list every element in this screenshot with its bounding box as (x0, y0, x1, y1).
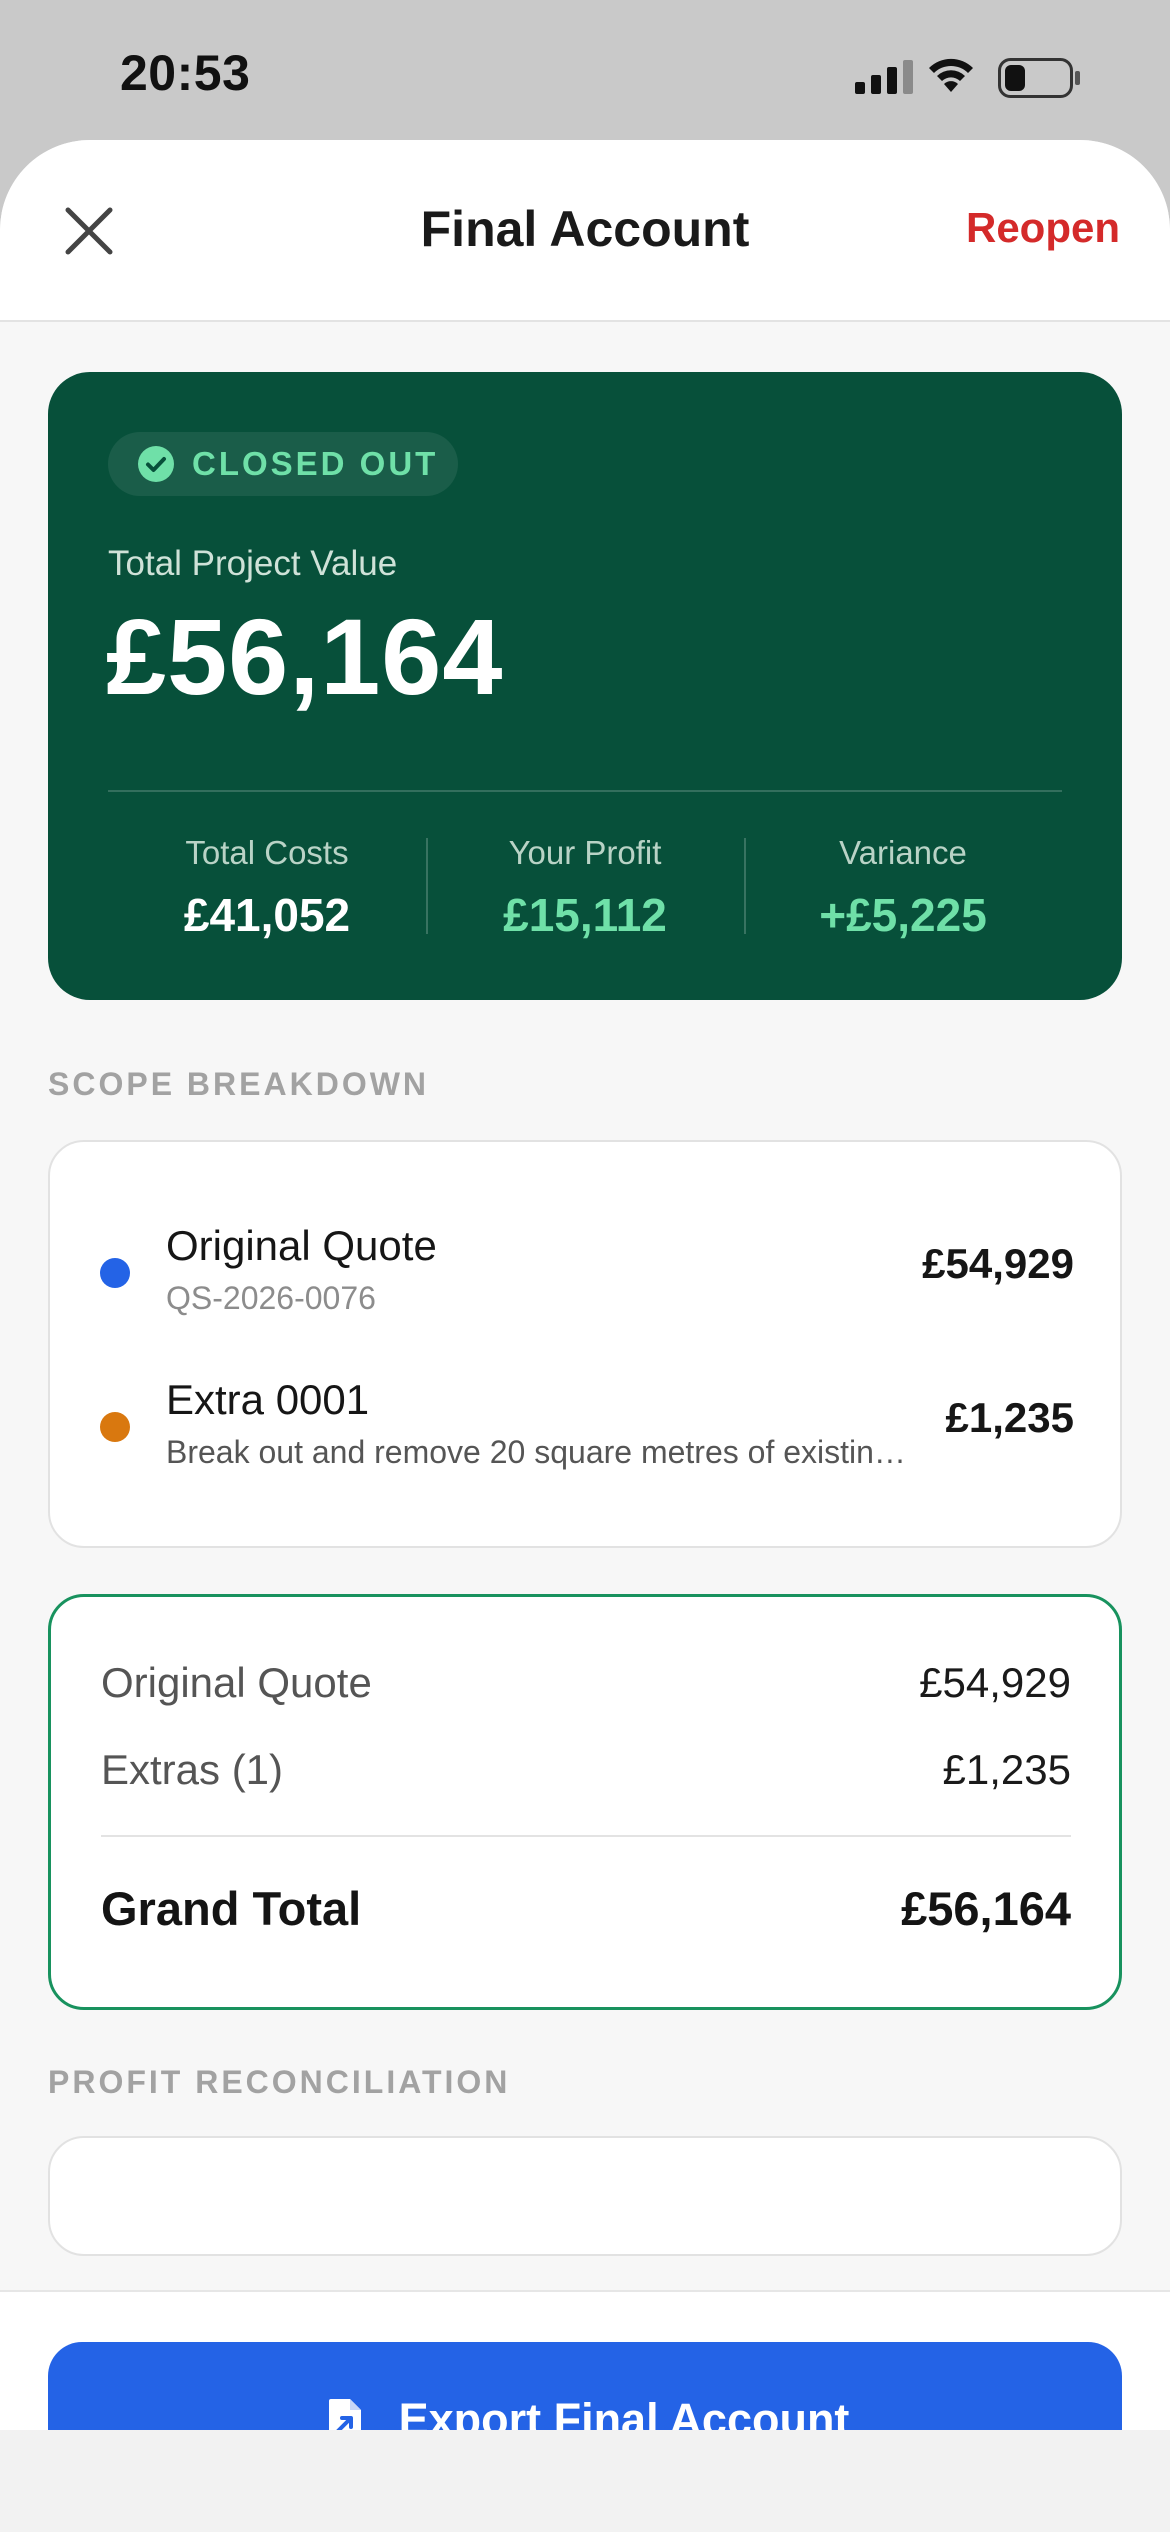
battery-low-icon (998, 58, 1080, 98)
profit-reconciliation-heading: PROFIT RECONCILIATION (48, 2064, 511, 2100)
totals-label: Original Quote (101, 1659, 372, 1706)
orange-dot-icon (100, 1412, 130, 1442)
status-bar: 20:53 (0, 0, 1170, 140)
scope-item-subtitle: Break out and remove 20 square metres of… (166, 1434, 906, 1470)
blue-dot-icon (100, 1258, 130, 1288)
scope-item-amount: £1,235 (945, 1394, 1074, 1441)
stat-value: £41,052 (183, 889, 351, 941)
final-account-sheet: Final Account Reopen CLOSED OUT Total Pr… (0, 140, 1170, 2430)
stat-your-profit: Your Profit £15,112 (426, 834, 744, 944)
scope-breakdown-heading: SCOPE BREAKDOWN (48, 1066, 430, 1102)
export-document-icon (328, 2399, 361, 2430)
sheet-header: Final Account Reopen (0, 140, 1170, 322)
scope-item-subtitle: QS-2026-0076 (166, 1280, 376, 1316)
reopen-button[interactable]: Reopen (966, 204, 1120, 252)
bottom-action-bar: Export Final Account (0, 2290, 1170, 2430)
wifi-icon (929, 58, 973, 92)
grand-total-value: £56,164 (901, 1882, 1071, 1935)
scope-breakdown-card: Original Quote QS-2026-0076 £54,929 Extr… (48, 1140, 1122, 1548)
scope-item-title: Extra 0001 (166, 1376, 370, 1423)
status-badge-label: CLOSED OUT (192, 445, 439, 482)
status-time: 20:53 (120, 45, 251, 101)
stat-label: Variance (839, 834, 967, 871)
scope-item-amount: £54,929 (922, 1240, 1074, 1287)
cellular-signal-icon (855, 60, 913, 94)
totals-value: £1,235 (942, 1746, 1071, 1793)
status-badge: CLOSED OUT (108, 432, 458, 496)
summary-card: CLOSED OUT Total Project Value £56,164 T… (48, 372, 1122, 1000)
export-button-label: Export Final Account (398, 2394, 850, 2430)
scope-item-original-quote[interactable]: Original Quote QS-2026-0076 £54,929 (50, 1214, 1124, 1334)
profit-reconciliation-card (48, 2136, 1122, 2256)
grand-total-label: Grand Total (101, 1882, 362, 1935)
stat-total-costs: Total Costs £41,052 (108, 834, 426, 944)
total-project-value-label: Total Project Value (108, 544, 398, 583)
stat-label: Your Profit (508, 834, 662, 871)
totals-value: £54,929 (919, 1659, 1071, 1706)
total-project-value: £56,164 (106, 596, 504, 717)
totals-card: Original Quote £54,929 Extras (1) £1,235… (48, 1594, 1122, 2010)
totals-label: Extras (1) (101, 1746, 284, 1793)
stat-value: +£5,225 (819, 889, 987, 941)
scope-item-title: Original Quote (166, 1222, 437, 1269)
summary-stats: Total Costs £41,052 Your Profit £15,112 … (108, 834, 1062, 944)
check-circle-icon (138, 446, 174, 482)
stat-label: Total Costs (185, 834, 349, 871)
scope-item-extra-0001[interactable]: Extra 0001 Break out and remove 20 squar… (50, 1368, 1124, 1488)
home-indicator-area (0, 2430, 1170, 2532)
stat-variance: Variance +£5,225 (744, 834, 1062, 944)
stat-value: £15,112 (503, 889, 667, 941)
divider (101, 1835, 1071, 1837)
divider (108, 790, 1062, 792)
export-final-account-button[interactable]: Export Final Account (48, 2342, 1122, 2430)
